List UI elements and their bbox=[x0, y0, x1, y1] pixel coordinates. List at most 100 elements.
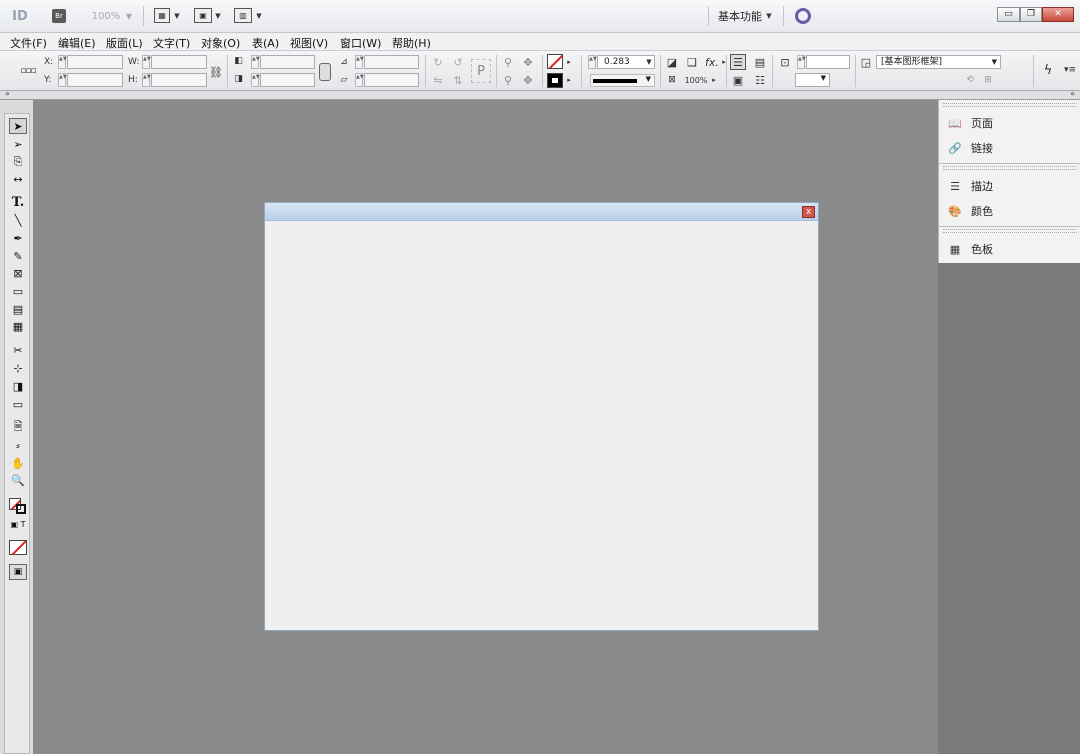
redefine-style-icon[interactable]: ⊞ bbox=[980, 72, 996, 88]
arrange-documents-dropdown-icon[interactable]: ▼ bbox=[255, 10, 263, 22]
w-spinner[interactable]: ▲▼ bbox=[142, 55, 151, 69]
line-tool-icon[interactable]: ╲ bbox=[9, 212, 27, 228]
text-wrap-shape-icon[interactable]: ▣ bbox=[730, 72, 746, 88]
panel-swatches[interactable]: ▦ 色板 bbox=[947, 239, 993, 259]
menu-object[interactable]: 对象(O) bbox=[201, 35, 240, 51]
h-spinner[interactable]: ▲▼ bbox=[142, 73, 151, 87]
stroke-dropdown-icon[interactable]: ▸ bbox=[565, 75, 573, 85]
gradient-swatch-tool-icon[interactable]: ◨ bbox=[9, 378, 27, 394]
workspace-dropdown-icon[interactable]: ▼ bbox=[765, 10, 773, 22]
type-tool-icon[interactable]: T. bbox=[9, 194, 27, 210]
formatting-affects-icon[interactable]: ▣ T bbox=[9, 516, 27, 532]
apply-none-icon[interactable] bbox=[9, 540, 27, 555]
stroke-type-field[interactable]: ▼ bbox=[590, 74, 655, 87]
fill-dropdown-icon[interactable]: ▸ bbox=[565, 57, 573, 67]
frame-inset-spinner[interactable]: ▲▼ bbox=[797, 55, 806, 69]
note-tool-icon[interactable]: 🗎 bbox=[9, 419, 27, 435]
menu-window[interactable]: 窗口(W) bbox=[340, 35, 381, 51]
quick-apply-icon[interactable]: ϟ bbox=[1040, 62, 1056, 78]
rotate-field[interactable] bbox=[364, 55, 419, 69]
text-wrap-none-icon[interactable]: ☰ bbox=[730, 54, 746, 70]
dialog-close-button[interactable]: x bbox=[802, 206, 815, 218]
fill-none-icon[interactable] bbox=[547, 54, 563, 69]
frame-inset-field[interactable] bbox=[806, 55, 850, 69]
collapse-panels-icon[interactable]: « bbox=[1070, 89, 1075, 98]
gap-tool-icon[interactable]: ↔ bbox=[9, 171, 27, 187]
zoom-tool-icon[interactable]: 🔍 bbox=[9, 472, 27, 488]
drop-shadow-icon[interactable]: ◪ bbox=[664, 54, 680, 70]
select-container-icon[interactable]: ⚲ bbox=[500, 54, 516, 70]
menu-help[interactable]: 帮助(H) bbox=[392, 35, 431, 51]
constrain-proportions-icon[interactable]: ⛓ bbox=[208, 64, 224, 80]
zoom-dropdown-icon[interactable]: ▼ bbox=[124, 9, 134, 23]
rotate-ccw-icon[interactable]: ↺ bbox=[450, 54, 466, 70]
hand-tool-icon[interactable]: ✋ bbox=[9, 455, 27, 471]
screen-mode-icon[interactable]: ▣ bbox=[194, 8, 212, 23]
scale-x-spinner[interactable]: ▲▼ bbox=[251, 55, 260, 69]
opacity-value[interactable]: 100% bbox=[682, 73, 710, 87]
menu-file[interactable]: 文件(F) bbox=[10, 35, 47, 51]
stroke-weight-spinner[interactable]: ▲▼ bbox=[588, 55, 597, 69]
scale-y-spinner[interactable]: ▲▼ bbox=[251, 73, 260, 87]
dialog-title-bar[interactable]: x bbox=[265, 203, 818, 221]
flip-horizontal-icon[interactable]: ⇋ bbox=[430, 72, 446, 88]
select-next-icon[interactable]: ✥ bbox=[520, 72, 536, 88]
cs-live-icon[interactable] bbox=[795, 8, 811, 24]
expand-tools-icon[interactable]: » bbox=[5, 89, 10, 98]
zoom-level[interactable]: 100% bbox=[91, 9, 121, 23]
free-transform-tool-icon[interactable]: ⊹ bbox=[9, 360, 27, 376]
table-tool-icon[interactable]: ▤ bbox=[9, 301, 27, 317]
rectangle-frame-tool-icon[interactable]: ⊠ bbox=[9, 265, 27, 281]
scale-y-field[interactable] bbox=[260, 73, 315, 87]
reference-point-icon[interactable]: ▫▫▫ bbox=[18, 61, 38, 81]
text-wrap-bounding-icon[interactable]: ▤ bbox=[752, 54, 768, 70]
screen-mode-dropdown-icon[interactable]: ▼ bbox=[214, 10, 222, 22]
panel-stroke[interactable]: ☰ 描边 bbox=[947, 176, 993, 196]
stroke-weight-dropdown-icon[interactable]: ▼ bbox=[645, 57, 653, 67]
select-content-icon[interactable]: ✥ bbox=[520, 54, 536, 70]
bridge-button[interactable]: Br bbox=[52, 9, 66, 23]
object-style-select[interactable]: [基本图形框架] ▼ bbox=[876, 55, 1001, 69]
pencil-tool-icon[interactable]: ✎ bbox=[9, 248, 27, 264]
panel-menu-icon[interactable]: ▾≡ bbox=[1062, 62, 1078, 78]
select-previous-icon[interactable]: ⚲ bbox=[500, 72, 516, 88]
effects-icon[interactable]: fx. bbox=[704, 55, 720, 69]
page-tool-icon[interactable]: ⎘ bbox=[9, 154, 27, 170]
screen-mode-icon[interactable]: ▣ bbox=[9, 564, 27, 580]
arrange-documents-icon[interactable]: ▥ bbox=[234, 8, 252, 23]
text-wrap-jump-icon[interactable]: ☷ bbox=[752, 72, 768, 88]
panel-color[interactable]: 🎨 颜色 bbox=[947, 201, 993, 221]
pen-tool-icon[interactable]: ✒ bbox=[9, 230, 27, 246]
fill-stroke-swatch-icon[interactable] bbox=[9, 498, 27, 514]
menu-table[interactable]: 表(A) bbox=[252, 35, 279, 51]
gradient-feather-tool-icon[interactable]: ▭ bbox=[9, 396, 27, 412]
opacity-dropdown-icon[interactable]: ▸ bbox=[711, 75, 717, 85]
flip-vertical-icon[interactable]: ⇅ bbox=[450, 72, 466, 88]
height-field[interactable] bbox=[151, 73, 207, 87]
restore-button[interactable]: ❐ bbox=[1020, 7, 1042, 22]
scale-x-field[interactable] bbox=[260, 55, 315, 69]
scissors-tool-icon[interactable]: ✂ bbox=[9, 342, 27, 358]
panel-grip[interactable] bbox=[943, 166, 1077, 170]
panel-links[interactable]: 🔗 链接 bbox=[947, 138, 993, 158]
y-field[interactable] bbox=[67, 73, 123, 87]
panel-pages[interactable]: 📖 页面 bbox=[947, 113, 993, 133]
x-field[interactable] bbox=[67, 55, 123, 69]
eyedropper-tool-icon[interactable]: ⸗ bbox=[9, 437, 27, 453]
y-spinner[interactable]: ▲▼ bbox=[58, 73, 67, 87]
menu-edit[interactable]: 编辑(E) bbox=[58, 35, 96, 51]
clear-overrides-icon[interactable]: ⟲ bbox=[962, 72, 978, 88]
close-window-button[interactable]: ✕ bbox=[1042, 7, 1074, 22]
rotate-cw-icon[interactable]: ↻ bbox=[430, 54, 446, 70]
menu-view[interactable]: 视图(V) bbox=[290, 35, 328, 51]
direct-selection-tool-icon[interactable]: ➢ bbox=[9, 136, 27, 152]
menu-type[interactable]: 文字(T) bbox=[153, 35, 190, 51]
rotate-spinner[interactable]: ▲▼ bbox=[355, 55, 364, 69]
stroke-swatch-icon[interactable] bbox=[547, 73, 563, 88]
rectangle-tool-icon[interactable]: ▭ bbox=[9, 283, 27, 299]
workspace-switcher[interactable]: 基本功能 bbox=[716, 8, 764, 23]
width-field[interactable] bbox=[151, 55, 207, 69]
panel-grip[interactable] bbox=[943, 103, 1077, 107]
view-options-dropdown-icon[interactable]: ▼ bbox=[173, 10, 181, 22]
grid-tool-icon[interactable]: ▦ bbox=[9, 318, 27, 334]
